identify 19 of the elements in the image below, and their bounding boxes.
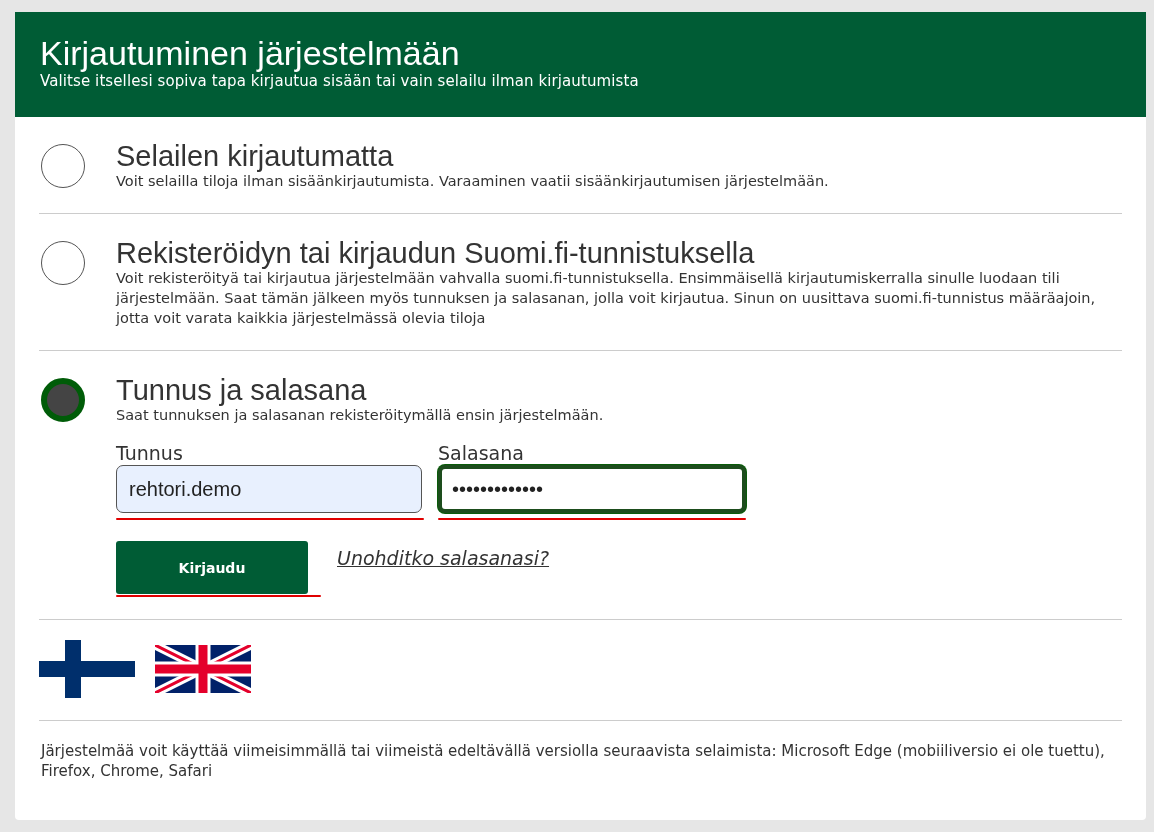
page-subtitle: Valitse itsellesi sopiva tapa kirjautua sisään tai vain selailu ilman kirjautumista — [40, 72, 640, 90]
option-description: Saat tunnuksen ja salasanan rekisteröitymällä ensin järjestelmään. — [116, 406, 605, 425]
option-title: Selailen kirjautumatta — [116, 141, 395, 171]
radio-button[interactable] — [41, 241, 85, 285]
finland-flag-icon[interactable] — [39, 640, 135, 698]
radio-button[interactable] — [41, 378, 85, 422]
option-title: Rekisteröidyn tai kirjaudun Suomi.fi-tunnistuksella — [116, 238, 756, 268]
radio-button[interactable] — [41, 144, 85, 188]
browser-support-note: Järjestelmää voit käyttää viimeisimmällä tai viimeistä edeltävällä versiolla seuraavista selaimista: Microsoft Edge (mobiiliversio ei ole tuettu), Firefox, Chrome, Safari — [39, 741, 1106, 781]
forgot-password-link[interactable]: Unohditko salasanasi? — [337, 547, 550, 569]
input-field[interactable]: rehtori.demo — [116, 465, 422, 513]
union-jack-flag-icon[interactable] — [155, 645, 251, 693]
field-label: Tunnus — [116, 441, 184, 465]
field-label: Salasana — [438, 441, 525, 465]
input-field[interactable]: ••••••••••••• — [438, 465, 746, 513]
login-button[interactable]: Kirjaudu — [116, 541, 308, 594]
option-description: Voit selailla tiloja ilman sisäänkirjautumista. Varaaminen vaatii sisäänkirjautumisen järjestelmään. — [116, 172, 830, 191]
option-description: Voit rekisteröityä tai kirjautua järjestelmään vahvalla suomi.fi-tunnistuksella. Ensimmäisellä kirjautumiskerralla sinulle luodaan tili järjestelmään. Saat tämän jälkeen myös tunnuksen ja salasanan, jolla voit kirjautua. Sinun on uusittava suomi.fi-tunnistus määräajoin, jotta voit varata kaikkia järjestelmässä olevia tiloja — [116, 269, 1097, 328]
option-title: Tunnus ja salasana — [116, 375, 368, 405]
